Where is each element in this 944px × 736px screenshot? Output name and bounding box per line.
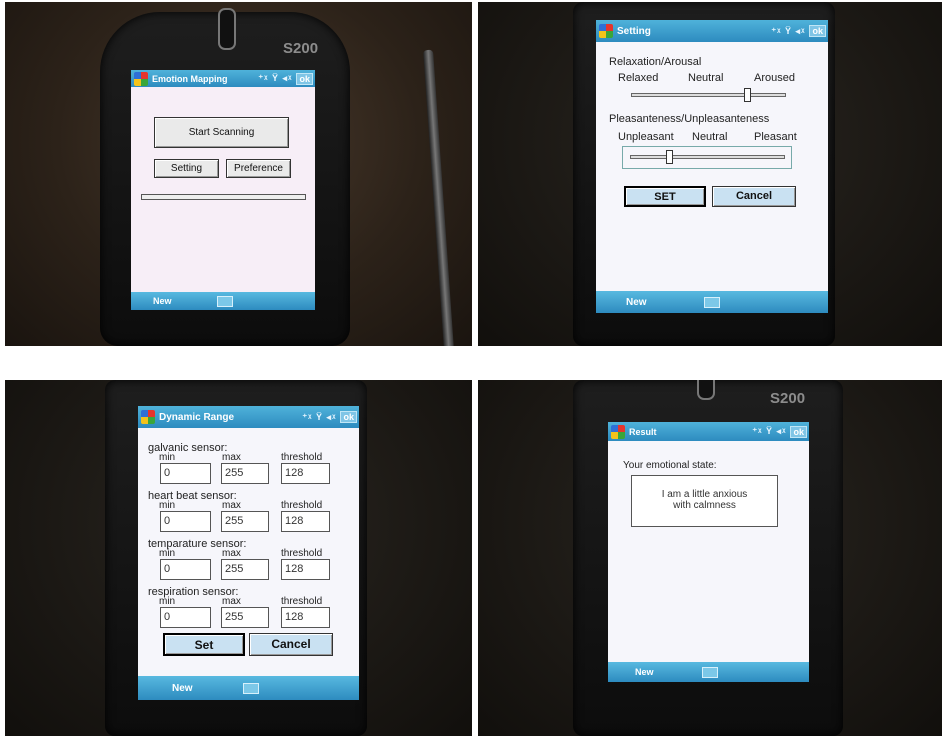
max-header: max — [222, 500, 241, 511]
soft-key-bar: New — [608, 662, 809, 682]
relaxation-arousal-slider[interactable] — [631, 93, 786, 97]
neutral-label: Neutral — [688, 72, 724, 84]
max-input[interactable]: 255 — [221, 607, 269, 628]
pleasantness-slider[interactable] — [630, 155, 785, 159]
windows-start-icon[interactable] — [599, 24, 613, 38]
photo-dynamic-range: Dynamic Range ⁺ᵡ Ÿ ◂ᵡ ok galvanic sensor… — [5, 380, 472, 736]
threshold-header: threshold — [281, 500, 323, 511]
brand-label: S200 — [770, 390, 806, 407]
status-icons[interactable]: ⁺ᵡ Ÿ ◂ᵡ — [302, 412, 336, 423]
window-title: Emotion Mapping — [152, 73, 228, 84]
min-header: min — [159, 452, 176, 463]
softkey-new[interactable]: New — [153, 296, 172, 306]
min-input[interactable]: 0 — [160, 463, 211, 484]
threshold-header: threshold — [281, 548, 323, 559]
screen: Emotion Mapping ⁺ᵡ Ÿ ◂ᵡ ok Start Scannin… — [131, 70, 315, 310]
brand-label: S200 — [283, 40, 319, 57]
soft-key-bar: New — [138, 676, 359, 700]
neutral-label: Neutral — [692, 131, 728, 143]
result-line-2: with calmness — [673, 500, 736, 511]
pleasantness-thumb[interactable] — [665, 150, 673, 164]
cancel-button[interactable]: Cancel — [249, 633, 333, 656]
min-input[interactable]: 0 — [160, 559, 211, 580]
threshold-input[interactable]: 128 — [281, 607, 330, 628]
unpleasant-label: Unpleasant — [618, 131, 674, 143]
cancel-button[interactable]: Cancel — [712, 186, 796, 207]
result-line-1: I am a little anxious — [661, 489, 748, 500]
title-bar: Emotion Mapping ⁺ᵡ Ÿ ◂ᵡ ok — [131, 70, 315, 87]
soft-key-bar: New — [596, 291, 828, 313]
max-input[interactable]: 255 — [221, 463, 269, 484]
photo-result: S200 Result ⁺ᵡ Ÿ ◂ᵡ ok Your emotional st… — [478, 380, 942, 736]
keyboard-icon[interactable] — [243, 683, 259, 694]
max-header: max — [222, 596, 241, 607]
min-input[interactable]: 0 — [160, 511, 211, 532]
ok-button[interactable]: ok — [340, 411, 357, 423]
max-input[interactable]: 255 — [221, 511, 269, 532]
status-icons[interactable]: ⁺ᵡ Ÿ ◂ᵡ — [771, 26, 805, 37]
min-header: min — [159, 500, 176, 511]
windows-start-icon[interactable] — [141, 410, 155, 424]
result-box: I am a little anxious with calmness — [631, 475, 778, 527]
title-bar: Dynamic Range ⁺ᵡ Ÿ ◂ᵡ ok — [138, 406, 359, 428]
title-bar: Result ⁺ᵡ Ÿ ◂ᵡ ok — [608, 422, 809, 441]
pleasant-label: Pleasant — [754, 131, 797, 143]
earpiece-icon — [218, 8, 236, 50]
aroused-label: Aroused — [754, 72, 795, 84]
start-scanning-button[interactable]: Start Scanning — [154, 117, 289, 148]
softkey-new[interactable]: New — [172, 683, 193, 694]
soft-key-bar: New — [131, 292, 315, 310]
max-header: max — [222, 452, 241, 463]
status-icons[interactable]: ⁺ᵡ Ÿ ◂ᵡ — [752, 426, 786, 437]
softkey-new[interactable]: New — [635, 667, 654, 677]
progress-bar — [141, 194, 306, 200]
ok-button[interactable]: ok — [296, 72, 313, 85]
photo-emotion-mapping: S200 Emotion Mapping ⁺ᵡ Ÿ ◂ᵡ ok Start Sc… — [5, 2, 472, 346]
relaxation-arousal-label: Relaxation/Arousal — [609, 56, 702, 68]
threshold-input[interactable]: 128 — [281, 511, 330, 532]
earpiece-icon — [697, 380, 715, 400]
softkey-new[interactable]: New — [626, 297, 647, 308]
threshold-header: threshold — [281, 596, 323, 607]
photo-setting: Setting ⁺ᵡ Ÿ ◂ᵡ ok Relaxation/Arousal Re… — [478, 2, 942, 346]
screen: Result ⁺ᵡ Ÿ ◂ᵡ ok Your emotional state: … — [608, 422, 809, 682]
relaxation-arousal-thumb[interactable] — [744, 88, 752, 102]
max-header: max — [222, 548, 241, 559]
relaxed-label: Relaxed — [618, 72, 659, 84]
screen: Dynamic Range ⁺ᵡ Ÿ ◂ᵡ ok galvanic sensor… — [138, 406, 359, 700]
keyboard-icon[interactable] — [702, 667, 718, 678]
window-title: Dynamic Range — [159, 411, 235, 423]
min-header: min — [159, 596, 176, 607]
emotional-state-label: Your emotional state: — [623, 460, 717, 471]
preference-button[interactable]: Preference — [226, 159, 291, 178]
windows-start-icon[interactable] — [611, 424, 625, 439]
ok-button[interactable]: ok — [809, 25, 826, 37]
setting-button[interactable]: Setting — [154, 159, 219, 178]
window-title: Setting — [617, 25, 651, 37]
screen: Setting ⁺ᵡ Ÿ ◂ᵡ ok Relaxation/Arousal Re… — [596, 20, 828, 313]
stylus-icon — [423, 49, 454, 346]
title-bar: Setting ⁺ᵡ Ÿ ◂ᵡ ok — [596, 20, 828, 42]
min-header: min — [159, 548, 176, 559]
ok-button[interactable]: ok — [790, 425, 807, 438]
pleasantness-label: Pleasanteness/Unpleasanteness — [609, 113, 770, 125]
keyboard-icon[interactable] — [217, 296, 233, 307]
set-button[interactable]: SET — [624, 186, 706, 207]
threshold-header: threshold — [281, 452, 323, 463]
min-input[interactable]: 0 — [160, 607, 211, 628]
windows-start-icon[interactable] — [134, 71, 148, 86]
keyboard-icon[interactable] — [704, 297, 720, 308]
window-title: Result — [629, 426, 657, 437]
threshold-input[interactable]: 128 — [281, 463, 330, 484]
status-icons[interactable]: ⁺ᵡ Ÿ ◂ᵡ — [258, 73, 292, 84]
threshold-input[interactable]: 128 — [281, 559, 330, 580]
set-button[interactable]: Set — [163, 633, 245, 656]
max-input[interactable]: 255 — [221, 559, 269, 580]
